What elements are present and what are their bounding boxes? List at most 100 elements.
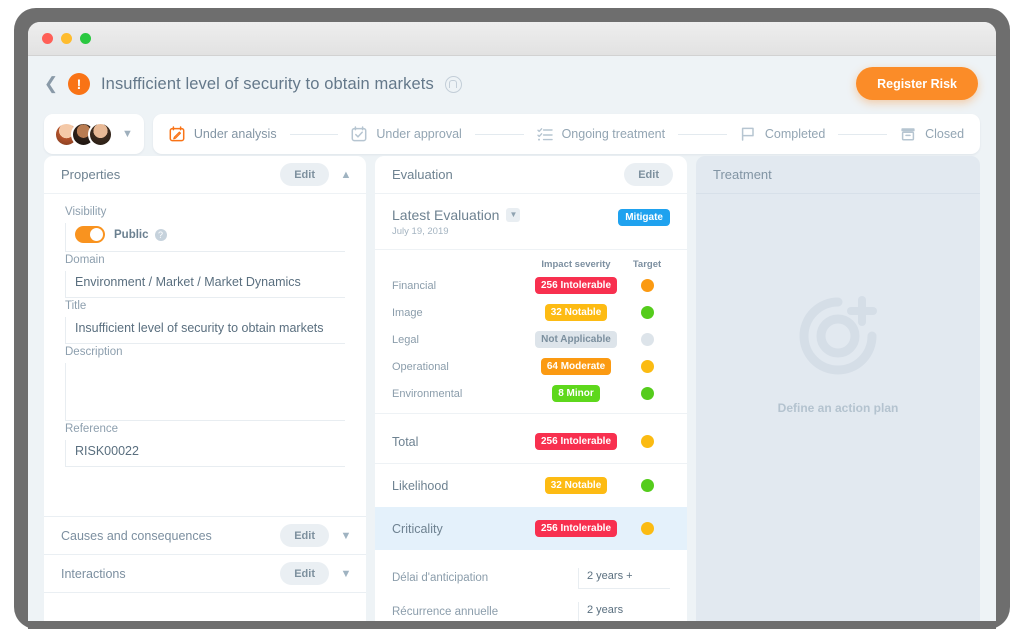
visibility-toggle[interactable] [75, 226, 105, 243]
table-row[interactable]: Operational 64 Moderate [375, 353, 687, 380]
calendar-check-icon [351, 126, 367, 142]
workflow-steps: Under analysis Under approval Ongoing tr… [152, 114, 980, 154]
section-label: Causes and consequences [61, 528, 212, 543]
page-title: Insufficient level of security to obtain… [101, 74, 434, 93]
severity-badge: 64 Moderate [540, 358, 612, 375]
recurrence-input[interactable]: 2 years [578, 601, 670, 623]
row-label: Environmental [392, 387, 463, 400]
workflow-step-completed[interactable]: Completed [740, 126, 825, 142]
target-dot [640, 279, 654, 292]
columns-container: Properties Edit ▲ Visibility Public ? Do… [44, 156, 980, 629]
close-button[interactable] [42, 33, 53, 44]
table-row-total[interactable]: Total 256 Intolerable [375, 420, 687, 463]
field-description: Description [65, 346, 345, 421]
workflow-step-under-analysis[interactable]: Under analysis [169, 126, 277, 142]
title-input[interactable]: Insufficient level of security to obtain… [65, 317, 345, 344]
chevron-up-icon[interactable]: ▲ [340, 169, 352, 181]
row-label: Likelihood [392, 478, 449, 493]
cell-target [624, 333, 670, 346]
lock-icon[interactable] [444, 75, 462, 93]
cell-impact: 256 Intolerable [528, 433, 624, 450]
cell-impact: 32 Notable [528, 304, 624, 321]
table-row-criticality[interactable]: Criticality 256 Intolerable [375, 507, 687, 550]
target-dot [640, 333, 654, 346]
target-dot [640, 306, 654, 319]
divider [375, 413, 687, 414]
evaluation-selector[interactable]: Latest Evaluation ▼ July 19, 2019 [392, 207, 618, 237]
properties-panel: Properties Edit ▲ Visibility Public ? Do… [44, 156, 366, 629]
frame-bottom [28, 621, 996, 629]
evaluation-date: July 19, 2019 [392, 226, 449, 237]
workflow-step-label: Closed [925, 127, 965, 141]
table-row[interactable]: Environmental 8 Minor [375, 380, 687, 407]
chevron-down-icon[interactable]: ▼ [122, 128, 133, 140]
field-label: Délai d'anticipation [392, 572, 489, 584]
table-row[interactable]: Legal Not Applicable [375, 326, 687, 353]
workflow-step-label: Under analysis [193, 127, 277, 141]
chevron-down-icon[interactable]: ▼ [340, 568, 352, 580]
register-risk-button[interactable]: Register Risk [856, 67, 978, 100]
workflow-step-ongoing-treatment[interactable]: Ongoing treatment [536, 126, 666, 142]
cell-target [624, 387, 670, 400]
table-row[interactable]: Image 32 Notable [375, 299, 687, 326]
evaluation-rows: Financial 256 Intolerable Image 32 Notab… [375, 272, 687, 407]
workflow-step-label: Ongoing treatment [561, 127, 666, 141]
assignees-selector[interactable]: ▼ [44, 114, 144, 154]
cell-target [624, 479, 670, 492]
chevron-down-icon[interactable]: ▼ [340, 530, 352, 542]
interactions-edit-button[interactable]: Edit [280, 562, 329, 585]
field-title: Title Insufficient level of security to … [65, 300, 345, 344]
evaluation-panel: Evaluation Edit Latest Evaluation ▼ July… [375, 156, 687, 629]
row-label: Operational [392, 360, 449, 373]
field-reference: Reference RISK00022 [65, 423, 345, 467]
visibility-toggle-row: Public ? [65, 223, 345, 252]
maximize-button[interactable] [80, 33, 91, 44]
chevron-down-icon[interactable]: ▼ [506, 208, 521, 222]
field-label: Reference [65, 423, 119, 435]
workflow-step-under-approval[interactable]: Under approval [351, 126, 462, 142]
field-label: Title [65, 300, 87, 312]
cell-impact: Not Applicable [528, 331, 624, 348]
app-root: ❮ ! Insufficient level of security to ob… [28, 56, 996, 629]
cell-impact: 256 Intolerable [528, 277, 624, 294]
domain-input[interactable]: Environment / Market / Market Dynamics [65, 271, 345, 298]
properties-edit-button[interactable]: Edit [280, 163, 329, 186]
evaluation-column-headers: Impact severity Target [375, 250, 687, 272]
section-causes-and-consequences[interactable]: Causes and consequences Edit ▼ [44, 516, 366, 554]
target-dot [640, 387, 654, 400]
info-icon[interactable]: ? [154, 228, 167, 241]
treatment-header: Treatment [696, 156, 980, 194]
section-interactions[interactable]: Interactions Edit ▼ [44, 554, 366, 592]
table-row[interactable]: Financial 256 Intolerable [375, 272, 687, 299]
section-label: Interactions [61, 566, 126, 581]
workflow-step-closed[interactable]: Closed [900, 126, 964, 142]
cell-target [624, 522, 670, 535]
workflow-connector [838, 133, 888, 135]
treatment-empty-state[interactable]: Define an action plan [696, 194, 980, 629]
severity-badge: 256 Intolerable [534, 520, 618, 537]
severity-badge: 32 Notable [544, 477, 608, 494]
field-label: Description [65, 346, 123, 358]
causes-edit-button[interactable]: Edit [280, 524, 329, 547]
description-input[interactable] [65, 363, 345, 421]
properties-form: Visibility Public ? Domain Environment /… [44, 194, 366, 467]
evaluation-edit-button[interactable]: Edit [624, 163, 673, 186]
workflow-connector [289, 133, 339, 135]
section-partial[interactable] [44, 592, 366, 608]
minimize-button[interactable] [61, 33, 72, 44]
cell-impact: 8 Minor [528, 385, 624, 402]
reference-input[interactable]: RISK00022 [65, 440, 345, 467]
row-label: Legal [392, 333, 419, 346]
table-row-likelihood[interactable]: Likelihood 32 Notable [375, 464, 687, 507]
flag-icon [741, 127, 754, 141]
field-delai-anticipation: Délai d'anticipation 2 years + [375, 558, 687, 592]
chevron-left-icon[interactable]: ❮ [40, 73, 62, 95]
collapsed-sections: Causes and consequences Edit ▼ Interacti… [44, 516, 366, 608]
delai-anticipation-input[interactable]: 2 years + [578, 567, 670, 589]
field-label: Visibility [65, 206, 107, 218]
cell-impact: 256 Intolerable [528, 520, 624, 537]
severity-badge: 256 Intolerable [534, 433, 618, 450]
evaluation-summary-rows: Total 256 Intolerable Likelihood 32 Nota… [375, 420, 687, 550]
field-visibility: Visibility Public ? [65, 206, 345, 252]
